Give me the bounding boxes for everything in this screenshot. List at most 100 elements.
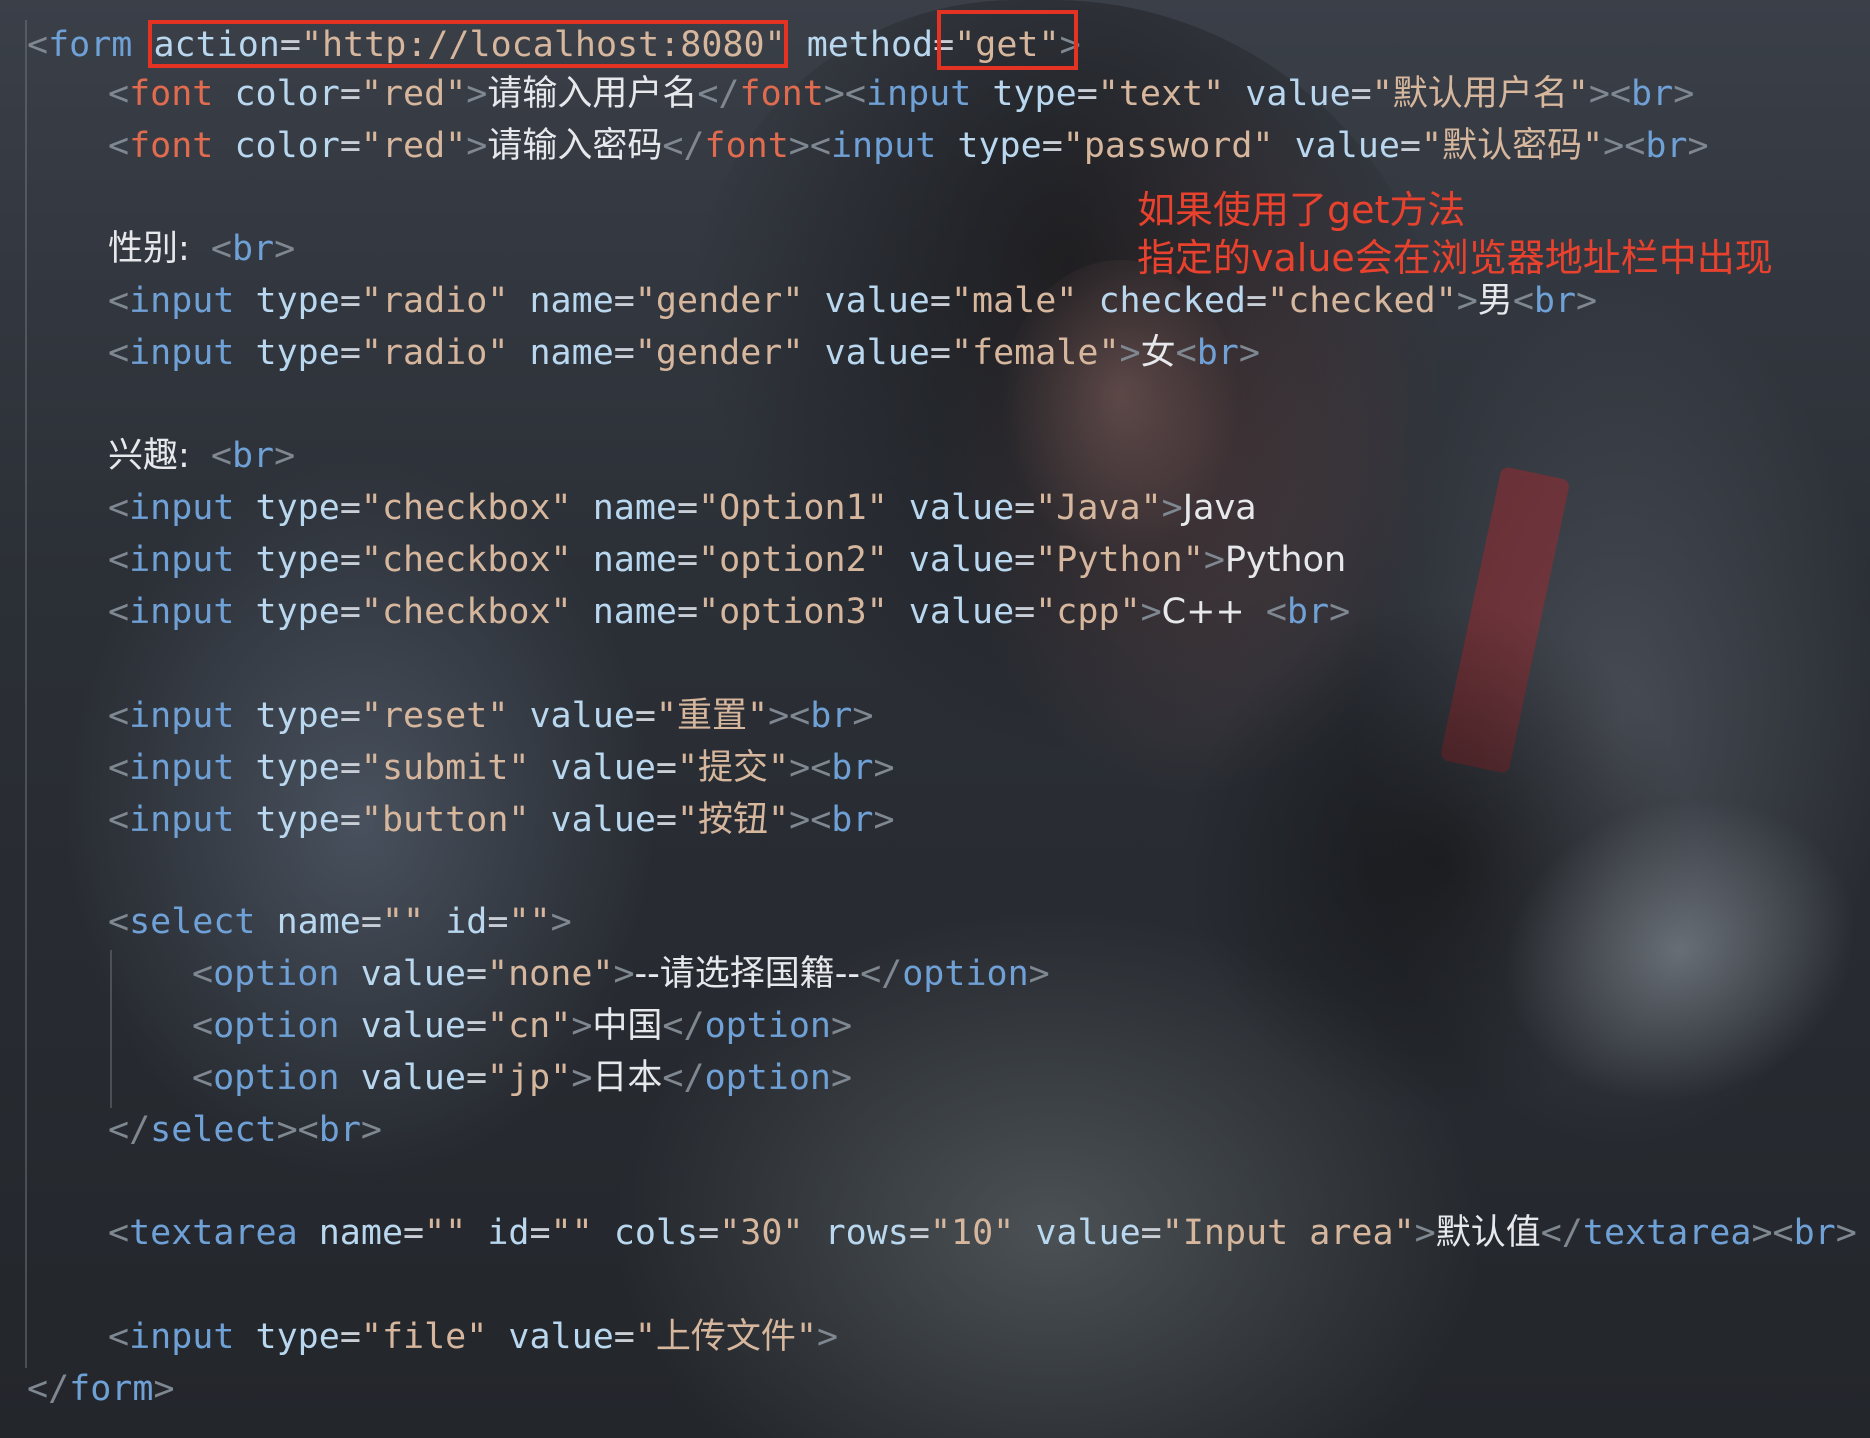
code-token: 日本	[592, 1058, 663, 1098]
code-line[interactable]: <input type="radio" name="gender" value=…	[108, 276, 1597, 326]
code-token: </	[27, 1369, 70, 1409]
code-token: option	[213, 1058, 340, 1098]
code-token: =	[676, 540, 699, 580]
code-token: >	[1835, 1213, 1857, 1253]
code-token: type	[255, 800, 340, 840]
code-token: type	[255, 281, 340, 321]
code-token: <	[108, 126, 130, 166]
code-token: br	[1631, 74, 1674, 114]
code-token: =	[929, 333, 951, 373]
code-token: value	[908, 592, 1015, 632]
code-line[interactable]: <input type="submit" value="提交"><br>	[108, 743, 895, 793]
code-token: =	[339, 74, 361, 114]
code-token: >	[1673, 74, 1695, 114]
code-line[interactable]: <input type="file" value="上传文件">	[108, 1312, 838, 1362]
code-token: "Option1"	[698, 488, 888, 528]
code-token: textarea	[1582, 1213, 1752, 1253]
code-token: br	[1196, 333, 1239, 373]
code-token: value	[824, 333, 930, 373]
code-token: option	[902, 954, 1029, 994]
code-line[interactable]: <select name="" id="">	[108, 897, 572, 947]
code-token: <	[210, 229, 232, 269]
code-token: br	[810, 696, 853, 736]
code-token: ><	[789, 748, 832, 788]
code-token: value	[529, 696, 635, 736]
code-line[interactable]: <input type="button" value="按钮"><br>	[108, 795, 895, 845]
code-token: option	[213, 954, 340, 994]
code-token: "默认密码"	[1421, 126, 1604, 166]
code-token: >	[466, 74, 488, 114]
code-token: type	[957, 126, 1042, 166]
code-token: font	[704, 126, 789, 166]
code-line[interactable]: <option value="none">--请选择国籍--</option>	[192, 949, 1050, 999]
code-token: >	[360, 1110, 382, 1150]
code-token: <	[108, 800, 130, 840]
code-line[interactable]: </form>	[27, 1364, 175, 1414]
code-token: >	[1161, 488, 1183, 528]
code-token: method	[806, 25, 934, 65]
code-token: <	[27, 25, 49, 65]
code-token: >	[571, 1058, 593, 1098]
code-line[interactable]: <input type="reset" value="重置"><br>	[108, 691, 873, 741]
code-token: select	[150, 1110, 277, 1150]
code-line[interactable]: 性别: <br>	[108, 224, 295, 274]
code-token: "male"	[950, 281, 1078, 321]
code-token: input	[865, 74, 972, 114]
code-token: >	[571, 1006, 593, 1046]
code-line[interactable]: <font color="red">请输入用户名</font><input ty…	[108, 69, 1694, 119]
code-token: "red"	[360, 126, 467, 166]
code-editor: <form action="http://localhost:8080" met…	[0, 0, 1870, 1438]
code-token: =	[929, 281, 951, 321]
code-token: br	[1533, 281, 1577, 321]
code-token: >	[831, 1058, 853, 1098]
code-line[interactable]: <option value="cn">中国</option>	[192, 1001, 852, 1051]
code-token: name	[276, 902, 361, 942]
code-token: "radio"	[360, 281, 509, 321]
code-line[interactable]: <input type="checkbox" name="Option1" va…	[108, 483, 1257, 533]
code-line[interactable]: <option value="jp">日本</option>	[192, 1053, 852, 1103]
code-token: =	[339, 281, 361, 321]
code-token: C++	[1161, 592, 1245, 632]
code-token: input	[129, 333, 235, 373]
code-line[interactable]: <input type="checkbox" name="option3" va…	[108, 587, 1350, 637]
code-token: name	[592, 592, 677, 632]
fold-guide	[25, 20, 27, 1368]
code-line[interactable]: <textarea name="" id="" cols="30" rows="…	[108, 1208, 1857, 1258]
code-token: >	[1119, 333, 1141, 373]
code-line[interactable]: <input type="radio" name="gender" value=…	[108, 328, 1260, 378]
code-token: "Python"	[1035, 540, 1204, 580]
code-line[interactable]: <input type="checkbox" name="option2" va…	[108, 535, 1346, 585]
code-token: ""	[381, 902, 425, 942]
code-token: >	[873, 748, 895, 788]
code-token: =	[908, 1213, 930, 1253]
code-line[interactable]: 兴趣: <br>	[108, 431, 295, 481]
code-token: id	[487, 1213, 530, 1253]
code-token: "gender"	[634, 333, 804, 373]
code-line[interactable]: </select><br>	[108, 1105, 382, 1155]
code-token: <	[192, 1058, 214, 1098]
code-token: =	[360, 902, 382, 942]
code-token: ""	[550, 1213, 593, 1253]
code-token: =	[613, 1317, 635, 1357]
code-token: 性别:	[108, 229, 190, 269]
code-token: "按钮"	[676, 800, 790, 840]
code-token: "提交"	[676, 748, 790, 788]
code-token: <	[1265, 592, 1287, 632]
annotation-line-1: 如果使用了get方法	[1137, 188, 1466, 232]
code-token: ><	[1751, 1213, 1794, 1253]
code-token: >	[1456, 281, 1478, 321]
code-token: br	[231, 436, 275, 476]
code-line[interactable]: <font color="red">请输入密码</font><input typ…	[108, 121, 1709, 171]
code-token: value	[360, 954, 466, 994]
code-token: "female"	[950, 333, 1120, 373]
